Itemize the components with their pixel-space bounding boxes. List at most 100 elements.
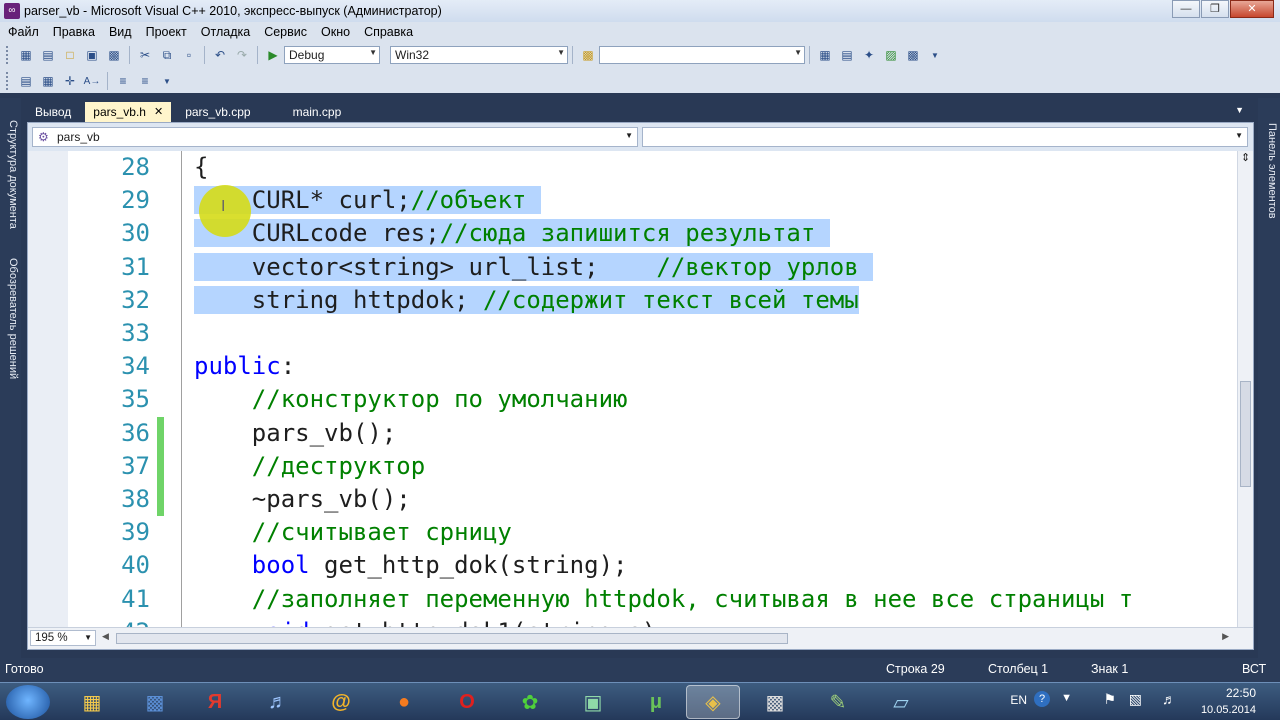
solution-explorer-tab[interactable]: Обозреватель решений [2, 258, 19, 379]
opera-icon[interactable]: O [441, 685, 493, 719]
code-line[interactable]: 36 pars_vb(); [28, 416, 1237, 450]
add-item-icon[interactable]: ▤ [39, 46, 57, 64]
menu-file[interactable]: Файл [8, 25, 39, 39]
close-tab-icon[interactable]: ✕ [154, 102, 163, 122]
language-indicator[interactable]: EN [1010, 693, 1027, 707]
line-number: 39 [121, 518, 150, 547]
solution-explorer-icon[interactable]: ▦ [816, 46, 834, 64]
find-in-files-icon[interactable]: ▩ [579, 46, 597, 64]
camtasia-icon[interactable]: ▣ [567, 685, 619, 719]
member-list-icon[interactable]: ▦ [39, 72, 57, 90]
toolbar-options-icon[interactable]: ▼ [926, 46, 944, 64]
network-icon[interactable]: ▧ [1129, 691, 1142, 708]
code-line[interactable]: 31 vector<string> url_list; //вектор урл… [28, 251, 1237, 284]
code-line[interactable]: 41 //заполняет переменную httpdok, считы… [28, 583, 1237, 616]
vertical-scrollbar[interactable]: ⇕ [1237, 151, 1253, 629]
visual-studio-task-icon[interactable]: ◈ [686, 685, 740, 719]
menu-bar: Файл Правка Вид Проект Отладка Сервис Ок… [0, 22, 1280, 41]
undo-icon[interactable]: ↶ [211, 46, 229, 64]
menu-view[interactable]: Вид [109, 25, 132, 39]
code-line[interactable]: 37 //деструктор [28, 449, 1237, 483]
uncomment-lines-icon[interactable]: ≡ [136, 72, 154, 90]
parameter-info-icon[interactable]: ✛ [61, 72, 79, 90]
code-token: : [280, 352, 296, 381]
menu-project[interactable]: Проект [146, 25, 187, 39]
save-icon[interactable]: ▣ [83, 46, 101, 64]
media-player-icon[interactable]: ♬ [252, 685, 304, 719]
clock-date[interactable]: 10.05.2014 [1201, 704, 1256, 716]
tab-output[interactable]: Вывод [27, 102, 79, 122]
zoom-dropdown[interactable]: 195 % ▼ [30, 630, 96, 646]
complete-word-icon[interactable]: A→ [83, 72, 101, 90]
toolbox-tab[interactable]: Панель элементов [1261, 123, 1278, 219]
object-browser-icon[interactable]: ▤ [17, 72, 35, 90]
utorrent-icon[interactable]: μ [630, 685, 682, 719]
scope-dropdown[interactable]: ⚙ pars_vb ▼ [32, 127, 638, 147]
code-line[interactable]: 28 { [28, 151, 1237, 184]
code-line[interactable]: 35 //конструктор по умолчанию [28, 383, 1237, 416]
menu-window[interactable]: Окно [321, 25, 350, 39]
open-file-icon[interactable]: □ [61, 46, 79, 64]
firefox-icon[interactable]: ● [378, 685, 430, 719]
new-project-icon[interactable]: ▦ [17, 46, 35, 64]
properties-icon[interactable]: ▤ [838, 46, 856, 64]
close-button[interactable]: ✕ [1230, 0, 1274, 18]
code-line[interactable]: 32 string httpdok; //содержит текст всей… [28, 284, 1237, 317]
start-button[interactable] [6, 685, 50, 719]
paste-icon[interactable]: ▫ [180, 46, 198, 64]
horizontal-scrollbar-thumb[interactable] [116, 633, 788, 644]
toolbar-grip[interactable] [6, 72, 9, 90]
platform-dropdown[interactable]: Win32 ▼ [390, 46, 568, 64]
menu-debug[interactable]: Отладка [201, 25, 250, 39]
document-outline-tab[interactable]: Структура документа [2, 120, 19, 229]
comment-token: //деструктор [251, 451, 426, 480]
explorer-icon[interactable]: ▦ [66, 685, 118, 719]
help-icon[interactable]: ? [1034, 691, 1050, 707]
configuration-dropdown[interactable]: Debug ▼ [284, 46, 380, 64]
save-all-icon[interactable]: ▩ [105, 46, 123, 64]
menu-tools[interactable]: Сервис [264, 25, 307, 39]
floppy-save-icon[interactable]: ▩ [129, 685, 181, 719]
comment-lines-icon[interactable]: ≡ [114, 72, 132, 90]
member-dropdown[interactable]: ▼ [642, 127, 1248, 147]
find-combo[interactable]: ▼ [599, 46, 805, 64]
clock-time[interactable]: 22:50 [1226, 686, 1256, 700]
start-debugging-icon[interactable]: ▶ [264, 46, 282, 64]
minimize-button[interactable]: — [1172, 0, 1200, 18]
icq-icon[interactable]: ✿ [504, 685, 556, 719]
yandex-icon[interactable]: Я [189, 685, 241, 719]
toolbar-grip[interactable] [6, 46, 9, 64]
tab-main-cpp[interactable]: main.cpp [285, 102, 350, 122]
console-icon[interactable]: ▩ [749, 685, 801, 719]
paint-icon[interactable]: ▱ [875, 685, 927, 719]
code-line[interactable]: 39 //считывает срницу [28, 516, 1237, 549]
scrollbar-thumb[interactable] [1240, 381, 1251, 487]
menu-edit[interactable]: Правка [53, 25, 95, 39]
code-line[interactable]: 40 bool get_http_dok(string); [28, 549, 1237, 582]
tools-icon[interactable]: ✦ [860, 46, 878, 64]
action-center-flag-icon[interactable]: ⚑ [1103, 691, 1116, 708]
tab-pars-vb-h[interactable]: pars_vb.h ✕ [85, 102, 172, 122]
volume-icon[interactable]: ♬ [1162, 691, 1176, 707]
notepad-icon[interactable]: ✎ [812, 685, 864, 719]
line-number: 38 [121, 485, 150, 513]
output-icon[interactable]: ▨ [882, 46, 900, 64]
mail-agent-icon[interactable]: @ [315, 685, 367, 719]
code-area[interactable]: 28{29 CURL* curl;//объект 30 CURLcode re… [28, 151, 1237, 629]
toolbar-options-icon[interactable]: ▼ [158, 72, 176, 90]
cut-icon[interactable]: ✂ [136, 46, 154, 64]
code-line[interactable]: 33 [28, 317, 1237, 350]
toolbox-icon[interactable]: ▩ [904, 46, 922, 64]
tab-list-dropdown-icon[interactable]: ▼ [1235, 105, 1244, 115]
code-line[interactable]: 34 public: [28, 350, 1237, 383]
split-handle-icon[interactable]: ⇕ [1241, 151, 1250, 164]
copy-icon[interactable]: ⧉ [158, 46, 176, 64]
tray-expand-icon[interactable]: ▼ [1061, 692, 1072, 704]
code-line[interactable]: 38 ~pars_vb(); [28, 483, 1237, 516]
scroll-left-icon[interactable]: ◀ [102, 631, 109, 642]
redo-icon[interactable]: ↷ [233, 46, 251, 64]
menu-help[interactable]: Справка [364, 25, 413, 39]
tab-pars-vb-cpp[interactable]: pars_vb.cpp [177, 102, 258, 122]
scroll-right-icon[interactable]: ▶ [1222, 631, 1229, 642]
maximize-button[interactable]: ❐ [1201, 0, 1229, 18]
